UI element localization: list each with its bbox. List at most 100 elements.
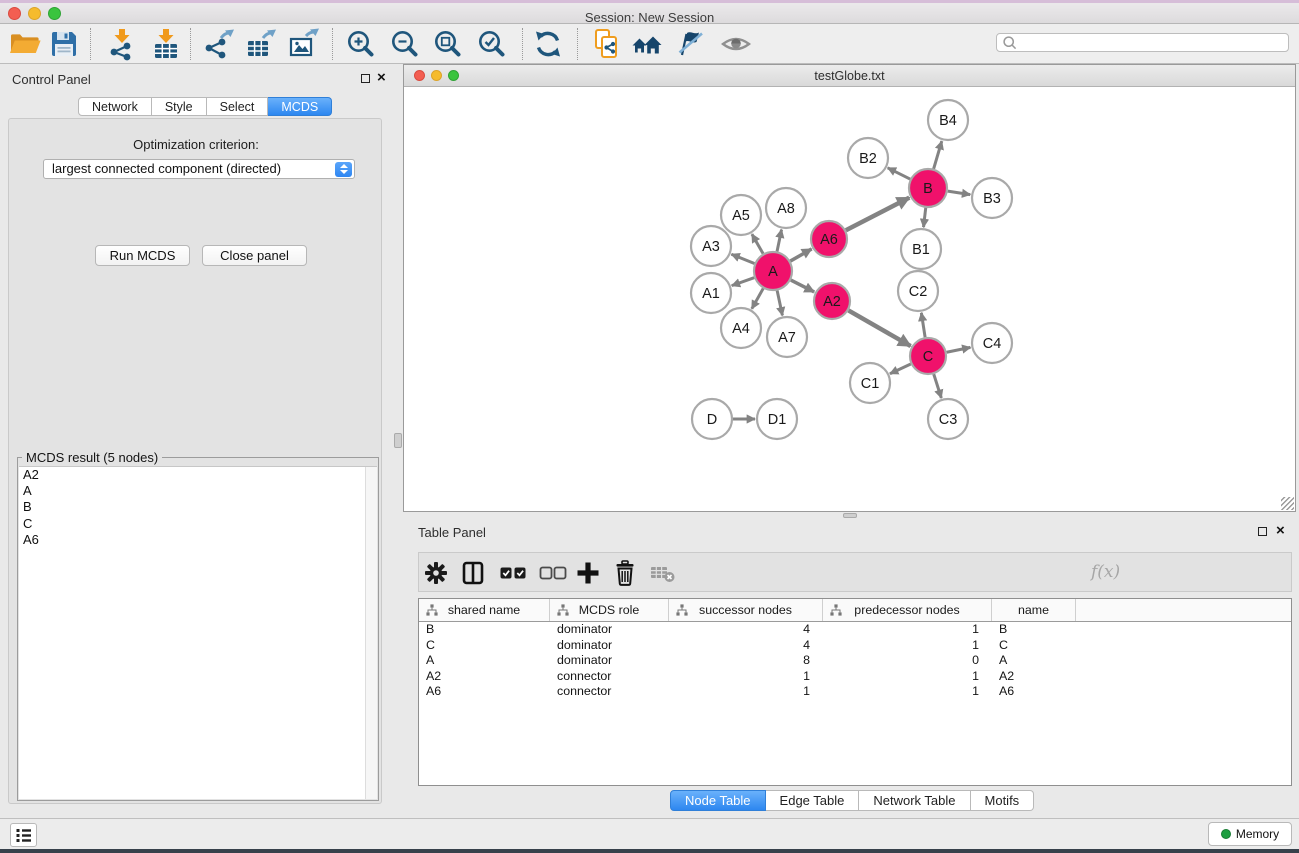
split-panel-icon[interactable] [458, 558, 488, 588]
table-cell[interactable]: 4 [669, 622, 823, 638]
optimization-criterion-dropdown[interactable]: largest connected component (directed) [43, 159, 355, 179]
node-C3[interactable]: C3 [928, 399, 968, 439]
table-row[interactable]: A6connector11A6 [419, 684, 1291, 700]
node-B[interactable]: B [909, 169, 947, 207]
node-C2[interactable]: C2 [898, 271, 938, 311]
node-A8[interactable]: A8 [766, 188, 806, 228]
delete-table-icon[interactable] [648, 558, 678, 588]
mcds-result-item[interactable]: A6 [19, 532, 377, 548]
task-history-button[interactable] [10, 823, 37, 847]
float-panel-icon[interactable] [361, 74, 370, 83]
mcds-result-list[interactable]: A2ABCA6 [19, 466, 377, 799]
node-A4[interactable]: A4 [721, 308, 761, 348]
search-input[interactable] [1018, 36, 1288, 50]
tab-node-table[interactable]: Node Table [670, 790, 766, 811]
zoom-fit-icon[interactable] [430, 26, 466, 62]
import-network-icon[interactable] [104, 26, 140, 62]
node-A6[interactable]: A6 [811, 221, 847, 257]
table-cell[interactable]: 1 [823, 684, 992, 700]
node-D[interactable]: D [692, 399, 732, 439]
table-cell[interactable]: 1 [823, 669, 992, 685]
close-table-panel-icon[interactable]: × [1276, 526, 1285, 536]
node-C4[interactable]: C4 [972, 323, 1012, 363]
node-B1[interactable]: B1 [901, 229, 941, 269]
table-cell[interactable]: A6 [419, 684, 550, 700]
export-network-icon[interactable] [201, 26, 237, 62]
table-row[interactable]: Cdominator41C [419, 638, 1291, 654]
table-cell[interactable]: A6 [992, 684, 1076, 700]
mcds-result-item[interactable]: A2 [19, 467, 377, 483]
zoom-selected-icon[interactable] [474, 26, 510, 62]
run-mcds-button[interactable]: Run MCDS [95, 245, 190, 266]
table-cell[interactable]: connector [550, 669, 669, 685]
table-cell[interactable]: 1 [669, 669, 823, 685]
import-table-icon[interactable] [148, 26, 184, 62]
column-header-successor-nodes[interactable]: successor nodes [669, 599, 823, 621]
clone-network-icon[interactable] [589, 26, 625, 62]
table-cell[interactable]: dominator [550, 638, 669, 654]
list-scrollbar[interactable] [365, 467, 377, 799]
tab-select[interactable]: Select [207, 97, 269, 116]
table-cell[interactable]: dominator [550, 653, 669, 669]
column-header-name[interactable]: name [992, 599, 1076, 621]
node-C[interactable]: C [910, 338, 946, 374]
node-A7[interactable]: A7 [767, 317, 807, 357]
node-B2[interactable]: B2 [848, 138, 888, 178]
open-icon[interactable] [7, 26, 43, 62]
tab-motifs[interactable]: Motifs [971, 790, 1035, 811]
zoom-in-icon[interactable] [343, 26, 379, 62]
tab-mcds[interactable]: MCDS [268, 97, 332, 116]
node-C1[interactable]: C1 [850, 363, 890, 403]
search-field[interactable] [996, 33, 1289, 52]
close-panel-button[interactable]: Close panel [202, 245, 307, 266]
node-A1[interactable]: A1 [691, 273, 731, 313]
column-header-MCDS-role[interactable]: MCDS role [550, 599, 669, 621]
table-cell[interactable]: B [992, 622, 1076, 638]
tab-network-table[interactable]: Network Table [859, 790, 970, 811]
tab-network[interactable]: Network [78, 97, 152, 116]
node-B3[interactable]: B3 [972, 178, 1012, 218]
hide-flag-icon[interactable] [673, 26, 709, 62]
node-A2[interactable]: A2 [814, 283, 850, 319]
table-cell[interactable]: 1 [669, 684, 823, 700]
table-cell[interactable]: dominator [550, 622, 669, 638]
mcds-result-item[interactable]: C [19, 516, 377, 532]
deselect-all-icon[interactable] [538, 558, 568, 588]
table-cell[interactable]: A [992, 653, 1076, 669]
export-table-icon[interactable] [243, 26, 279, 62]
table-cell[interactable]: 4 [669, 638, 823, 654]
table-cell[interactable]: 0 [823, 653, 992, 669]
node-A[interactable]: A [754, 252, 792, 290]
table-cell[interactable]: 1 [823, 622, 992, 638]
horizontal-splitter-handle[interactable] [843, 513, 857, 518]
eye-icon[interactable] [718, 26, 754, 62]
export-image-icon[interactable] [286, 26, 322, 62]
add-column-icon[interactable] [573, 558, 603, 588]
select-all-icon[interactable] [498, 558, 528, 588]
table-row[interactable]: Bdominator41B [419, 622, 1291, 638]
table-cell[interactable]: B [419, 622, 550, 638]
refresh-icon[interactable] [530, 26, 566, 62]
home-icon[interactable] [629, 26, 665, 62]
table-cell[interactable]: 8 [669, 653, 823, 669]
tab-style[interactable]: Style [152, 97, 207, 116]
resize-grip-icon[interactable] [1281, 497, 1294, 510]
tab-edge-table[interactable]: Edge Table [766, 790, 860, 811]
table-row[interactable]: A2connector11A2 [419, 669, 1291, 685]
table-cell[interactable]: A2 [419, 669, 550, 685]
node-A5[interactable]: A5 [721, 195, 761, 235]
node-B4[interactable]: B4 [928, 100, 968, 140]
float-table-panel-icon[interactable] [1258, 527, 1267, 536]
dropdown-stepper-icon[interactable] [335, 162, 352, 177]
settings-gear-icon[interactable] [421, 558, 451, 588]
save-icon[interactable] [46, 26, 82, 62]
close-panel-icon[interactable]: × [377, 73, 386, 83]
mcds-result-item[interactable]: B [19, 499, 377, 515]
column-header-predecessor-nodes[interactable]: predecessor nodes [823, 599, 992, 621]
delete-column-icon[interactable] [610, 558, 640, 588]
table-row[interactable]: Adominator80A [419, 653, 1291, 669]
table-cell[interactable]: connector [550, 684, 669, 700]
node-D1[interactable]: D1 [757, 399, 797, 439]
mcds-result-item[interactable]: A [19, 483, 377, 499]
table-cell[interactable]: C [992, 638, 1076, 654]
